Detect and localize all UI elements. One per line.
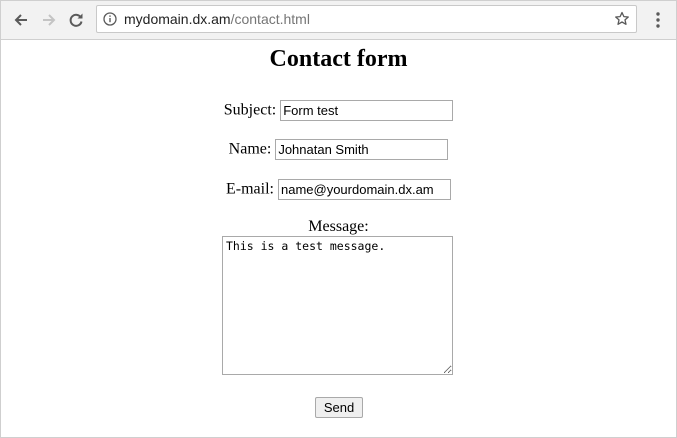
subject-label: Subject: [223,101,277,119]
name-label: Name: [228,140,272,158]
send-button[interactable]: Send [315,397,363,418]
page-content: Contact form Subject: Name: E-mail: Mess… [1,40,676,437]
name-row: Name: [1,139,676,160]
back-arrow-icon [14,14,27,26]
email-label: E-mail: [226,180,274,198]
name-input[interactable] [275,139,449,160]
url-host: mydomain.dx.am [124,11,231,27]
star-icon[interactable] [614,11,630,27]
forward-arrow-icon [43,14,56,26]
forward-button[interactable] [38,9,60,31]
subject-input[interactable] [280,100,454,121]
page-title: Contact form [269,46,408,72]
back-button[interactable] [10,9,32,31]
subject-row: Subject: [1,100,676,121]
kebab-menu-icon[interactable] [649,10,667,30]
message-textarea[interactable]: This is a test message. [222,236,453,375]
reload-button[interactable] [65,9,87,31]
reload-icon [69,13,83,27]
email-input[interactable] [277,179,451,200]
info-icon[interactable] [103,12,117,26]
address-bar[interactable]: mydomain.dx.am/contact.html [96,5,637,33]
url-path: /contact.html [230,11,310,27]
browser-window: mydomain.dx.am/contact.html Contact form… [0,0,677,438]
browser-toolbar: mydomain.dx.am/contact.html [1,1,676,40]
url-text[interactable]: mydomain.dx.am/contact.html [124,11,310,27]
message-label: Message: [308,218,369,235]
email-row: E-mail: [1,179,676,200]
